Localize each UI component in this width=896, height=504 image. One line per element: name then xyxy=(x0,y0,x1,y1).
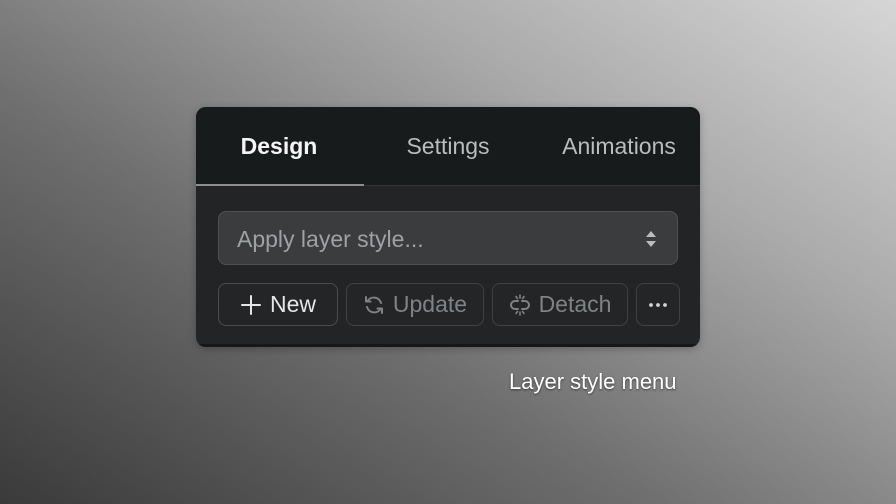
panel-bottom-divider xyxy=(196,344,700,347)
caption-label: Layer style menu xyxy=(509,369,677,394)
detach-style-button[interactable]: Detach xyxy=(492,283,628,326)
tab-animations[interactable]: Animations xyxy=(546,107,692,185)
chevron-up-down-icon xyxy=(646,231,656,247)
update-style-label: Update xyxy=(392,291,468,317)
new-style-label: New xyxy=(269,291,316,317)
more-options-button[interactable] xyxy=(636,283,680,326)
detach-style-label: Detach xyxy=(538,291,612,317)
layer-style-placeholder: Apply layer style... xyxy=(237,226,424,252)
layer-style-select[interactable]: Apply layer style... xyxy=(218,211,678,265)
tab-settings[interactable]: Settings xyxy=(376,107,520,185)
more-horizontal-icon xyxy=(649,302,667,307)
broken-link-icon xyxy=(509,293,530,316)
new-style-button[interactable]: New xyxy=(218,283,338,326)
plus-icon xyxy=(240,294,261,315)
refresh-icon xyxy=(364,295,383,314)
layer-style-panel: Design Settings Animations Apply layer s… xyxy=(196,107,700,347)
update-style-button[interactable]: Update xyxy=(346,283,484,326)
tab-bar: Design Settings Animations xyxy=(196,107,700,186)
tab-design[interactable]: Design xyxy=(196,107,362,185)
active-tab-indicator xyxy=(196,184,364,186)
